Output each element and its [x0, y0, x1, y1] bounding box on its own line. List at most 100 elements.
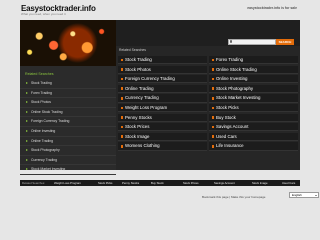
content-area: SEARCH Related Searches Stock Trading St… [116, 20, 300, 170]
related-link[interactable]: Stock Prices [118, 123, 207, 132]
bookmark-link[interactable]: Bookmark this page | Make this your home… [202, 195, 265, 199]
footer-related-label: Related Searches: [22, 181, 46, 185]
sidebar-item-label: Stock Photography [31, 148, 60, 153]
bullet-icon [211, 87, 215, 90]
related-link[interactable]: Forex Trading [209, 56, 298, 65]
sidebar-item-label: Online Investing [31, 128, 56, 133]
sidebar-item[interactable]: Foreign Currency Trading [20, 117, 116, 127]
sidebar-item-label: Foreign Currency Trading [31, 119, 70, 124]
hero-image [20, 20, 116, 66]
sidebar-item-label: Forex Trading [31, 90, 52, 95]
related-link-label: Forex Trading [216, 57, 244, 62]
footer-link[interactable]: Stock Prices [183, 180, 199, 186]
related-searches-heading: Related Searches [119, 48, 146, 52]
sidebar-item[interactable]: Currency Trading [20, 156, 116, 166]
sidebar-header: Related Searches [25, 72, 54, 76]
sidebar-item[interactable]: Stock Photography [20, 146, 116, 156]
related-link-label: Stock Market Investing [216, 95, 261, 101]
related-link-label: Stock Photos [125, 66, 151, 72]
related-link[interactable]: Stock Market Investing [209, 94, 298, 103]
related-link-label: Used Cars [216, 133, 237, 139]
related-link[interactable]: Online Trading [118, 84, 207, 93]
bullet-icon [211, 58, 215, 62]
related-link[interactable]: Buy Stock [209, 113, 298, 122]
related-link[interactable]: Stock Photos [118, 65, 207, 74]
arrow-icon [26, 168, 28, 171]
bullet-icon [211, 106, 215, 110]
sidebar: Related Searches Stock Trading Forex Tra… [20, 66, 116, 175]
footer-link[interactable]: Used Cars [282, 180, 295, 186]
related-link-label: Womens Clothing [125, 143, 160, 149]
related-link[interactable]: Stock Image [118, 132, 207, 141]
bullet-icon [211, 116, 215, 119]
related-link-label: Penny Stocks [125, 114, 152, 120]
bullet-icon [120, 87, 124, 90]
related-link-label: Stock Image [125, 133, 150, 139]
related-link[interactable]: Online Stock Trading [209, 65, 298, 74]
related-link-label: Currency Trading [125, 95, 159, 101]
related-link-label: Stock Photography [216, 85, 254, 91]
sidebar-item[interactable]: Stock Trading [20, 79, 116, 89]
footer-related-bar: Related Searches: Weight Loss Program St… [20, 180, 300, 186]
related-link[interactable]: Used Cars [209, 132, 298, 141]
related-link[interactable]: Stock Photography [209, 84, 298, 93]
related-link[interactable]: Foreign Currency Trading [118, 75, 207, 84]
sidebar-item[interactable]: Online Trading [20, 137, 116, 147]
bullet-icon [120, 96, 124, 100]
sidebar-item-label: Currency Trading [31, 157, 58, 162]
arrow-icon [26, 120, 28, 123]
related-link[interactable]: Savings Account [209, 123, 298, 132]
arrow-icon [26, 139, 28, 142]
sidebar-item-label: Stock Trading [31, 81, 52, 85]
related-link-label: Online Stock Trading [216, 66, 257, 72]
footer-link[interactable]: Penny Stocks [122, 180, 139, 186]
sidebar-item[interactable]: Online Stock Trading [20, 108, 116, 118]
bullet-icon [211, 68, 215, 71]
related-link-label: Online Investing [216, 76, 248, 82]
search-button[interactable]: SEARCH [276, 39, 294, 45]
arrow-icon [26, 130, 28, 133]
bullet-icon [120, 106, 124, 110]
bullet-icon [211, 135, 215, 138]
related-link[interactable]: Online Investing [209, 75, 298, 84]
search-input[interactable] [228, 39, 276, 45]
related-link[interactable]: Stock Picks [209, 104, 298, 113]
arrow-icon [26, 101, 28, 104]
footer-link[interactable]: Stock Image [252, 180, 268, 186]
footer-link[interactable]: Savings Account [214, 180, 235, 186]
chevron-down-icon [315, 194, 317, 196]
site-header: Easystocktrader.info What you need, when… [0, 0, 320, 20]
arrow-icon [26, 91, 28, 94]
bullet-icon [211, 125, 215, 129]
related-link[interactable]: Penny Stocks [118, 113, 207, 122]
related-link[interactable]: Womens Clothing [118, 142, 207, 151]
search-icon [229, 40, 233, 43]
sale-notice-link[interactable]: easystocktrader.info is for sale [247, 6, 297, 10]
sidebar-item[interactable]: Stock Photos [20, 98, 116, 108]
sidebar-item[interactable]: Online Investing [20, 127, 116, 137]
sidebar-item[interactable]: Stock Market Investing [20, 165, 116, 175]
search-bar-area: SEARCH [116, 20, 300, 46]
sidebar-item-label: Online Stock Trading [31, 109, 63, 114]
footer-link[interactable]: Weight Loss Program [54, 180, 81, 186]
arrow-icon [26, 149, 28, 152]
related-link[interactable]: Currency Trading [118, 94, 207, 103]
footer-link[interactable]: Stock Picks [98, 180, 112, 186]
related-link[interactable]: Life Insurance [209, 142, 298, 151]
bullet-icon [211, 77, 215, 81]
related-link-label: Savings Account [216, 124, 249, 130]
arrow-icon [26, 158, 28, 161]
sidebar-item[interactable]: Forex Trading [20, 89, 116, 99]
related-link-label: Stock Picks [216, 105, 239, 110]
language-select[interactable]: English [289, 192, 319, 198]
related-link-label: Weight Loss Program [125, 105, 168, 110]
related-link-label: Stock Prices [125, 124, 150, 130]
bullet-icon [120, 135, 124, 138]
bullet-icon [120, 144, 124, 148]
sidebar-item-label: Stock Market Investing [31, 167, 66, 172]
footer-link[interactable]: Buy Stock [151, 180, 164, 186]
related-link[interactable]: Stock Trading [118, 56, 207, 65]
bullet-icon [120, 125, 124, 129]
related-link[interactable]: Weight Loss Program [118, 104, 207, 113]
related-link-label: Life Insurance [216, 143, 244, 149]
